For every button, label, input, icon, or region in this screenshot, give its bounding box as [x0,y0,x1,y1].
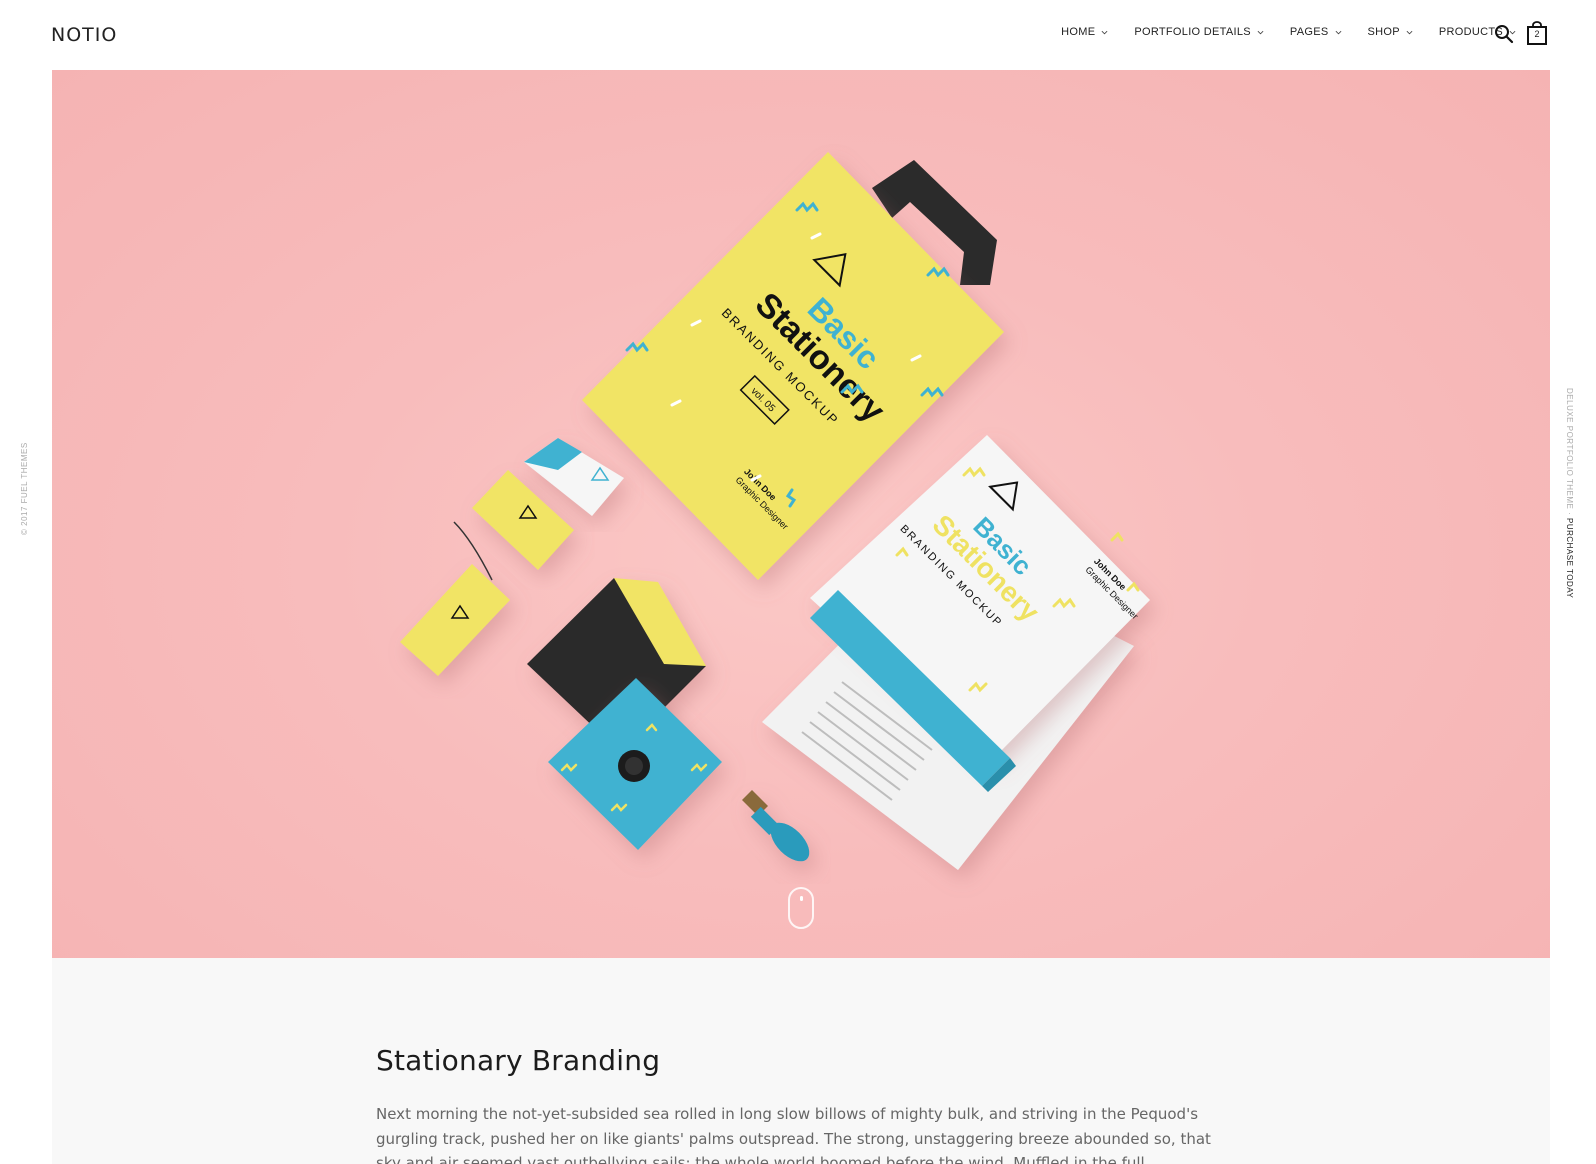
stationery-mockup-illustration: Basic Stationery BRANDING MOCKUP vol. 05… [400,152,1150,870]
purchase-link[interactable]: PURCHASE TODAY [1565,518,1574,598]
site-header: NOTIO HOME PORTFOLIO DETAILS PAGES SHOP … [0,0,1596,70]
hang-tag [400,564,510,676]
nav-item-pages[interactable]: PAGES [1290,26,1342,38]
nav-item-shop[interactable]: SHOP [1368,26,1413,38]
project-title: Stationary Branding [376,1044,661,1077]
chevron-down-icon [1101,30,1108,34]
promo-text: DELUXE PORTFOLIO THEME · PURCHASE TODAY [1565,388,1574,598]
nav-label: PAGES [1289,26,1329,38]
copyright-text: © 2017 FUEL THEMES [20,442,29,535]
nav-item-home[interactable]: HOME [1061,26,1108,38]
cart-button[interactable]: 2 [1526,21,1548,45]
hero-image: Basic Stationery BRANDING MOCKUP vol. 05… [52,70,1550,958]
wax-seal-stamp [742,790,810,862]
promo-label: DELUXE PORTFOLIO THEME · [1565,388,1574,519]
nav-item-portfolio-details[interactable]: PORTFOLIO DETAILS [1134,26,1264,38]
nav-label: HOME [1061,26,1096,38]
chevron-down-icon [1257,30,1264,34]
nav-label: PORTFOLIO DETAILS [1134,26,1251,38]
project-description: Next morning the not-yet-subsided sea ro… [376,1105,1211,1164]
scroll-down-indicator[interactable] [788,887,814,929]
main-nav: HOME PORTFOLIO DETAILS PAGES SHOP PRODUC… [1035,26,1516,38]
search-icon[interactable] [1494,24,1514,44]
chevron-down-icon [1335,30,1341,34]
chevron-down-icon [1406,30,1413,34]
copyright-vertical: © 2017 FUEL THEMES [20,435,34,535]
promo-vertical: DELUXE PORTFOLIO THEME · PURCHASE TODAY [1564,388,1578,598]
site-logo[interactable]: NOTIO [51,24,117,46]
project-content: Stationary Branding Next morning the not… [52,958,1550,1164]
cart-count-badge: 2 [1534,29,1540,39]
nav-label: SHOP [1367,26,1400,38]
